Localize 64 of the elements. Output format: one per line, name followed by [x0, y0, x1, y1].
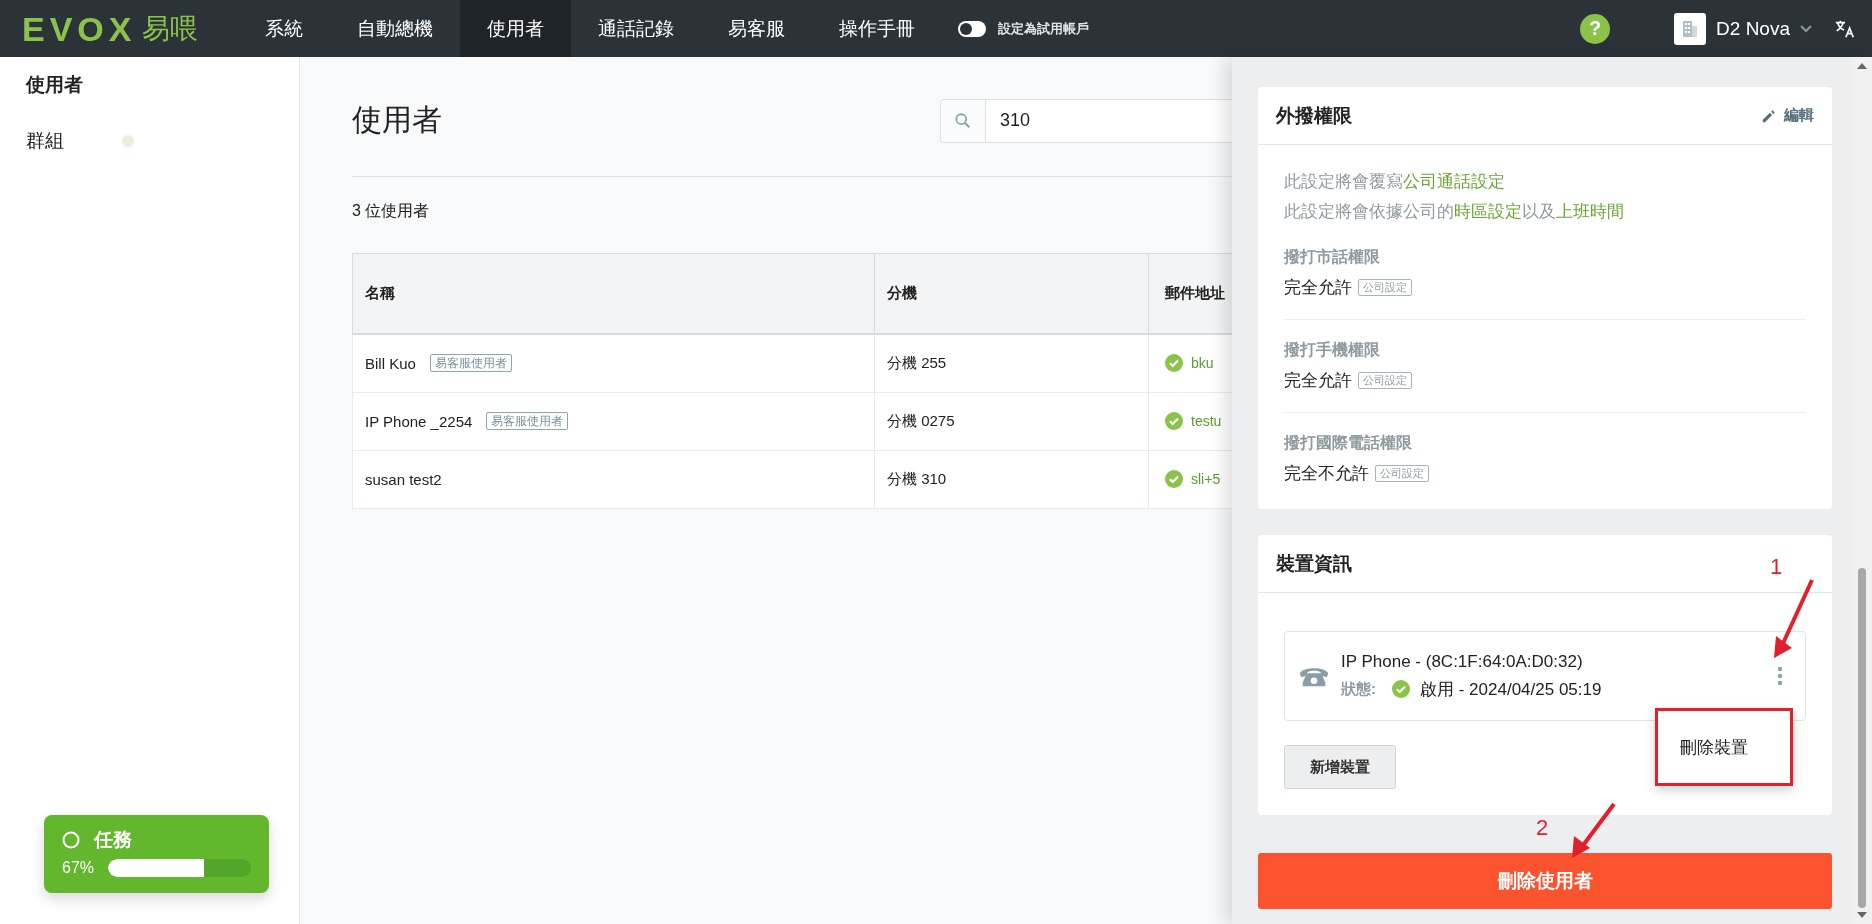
user-name: Bill Kuo: [365, 354, 416, 372]
nav-tab[interactable]: 自動總機: [330, 0, 461, 57]
permission-value: 完全不允許: [1284, 463, 1369, 485]
account-menu[interactable]: D2 Nova: [1674, 12, 1812, 45]
task-title: 任務: [94, 828, 132, 852]
building-icon: [1674, 12, 1707, 45]
sidebar-item[interactable]: 群組: [0, 113, 90, 169]
table-cell: 分機 255: [874, 334, 1149, 392]
logo-text: 易喂: [142, 11, 199, 46]
scroll-up-icon[interactable]: [1857, 63, 1867, 69]
kebab-icon: [1777, 666, 1783, 686]
scroll-down-icon[interactable]: [1857, 912, 1867, 918]
progress-percent: 67%: [62, 859, 95, 877]
source-tag: 公司設定: [1375, 465, 1429, 482]
nav-tab[interactable]: 易客服: [701, 0, 813, 57]
permission-value: 完全允許: [1284, 277, 1352, 299]
search-field[interactable]: 310: [940, 98, 1232, 143]
device-name: IP Phone - (8C:1F:64:0A:D0:32): [1341, 651, 1584, 672]
sidebar-item[interactable]: 使用者: [0, 57, 109, 113]
table-cell: 分機 310: [874, 450, 1149, 508]
menu-item[interactable]: 刪除裝置: [1680, 735, 1748, 759]
note-text: 此設定將會依據公司的時區設定以及上班時間: [1284, 201, 1625, 223]
circle-icon: [62, 831, 80, 849]
edit-button[interactable]: 編輯: [1760, 106, 1814, 125]
nav-tab[interactable]: 通話記錄: [571, 0, 702, 57]
search-input[interactable]: 310: [986, 99, 1214, 142]
permission-label: 撥打市話權限: [1284, 247, 1381, 267]
permission-label: 撥打手機權限: [1284, 340, 1381, 360]
nav-tab[interactable]: 操作手冊: [812, 0, 943, 57]
logo-wordmark: EVOX: [22, 11, 137, 46]
column-header: 名稱: [352, 253, 875, 334]
column-header: 分機: [874, 253, 1149, 334]
status-text: 啟用 - 2024/04/25 05:19: [1420, 678, 1602, 701]
step-number: 1: [1770, 554, 1783, 580]
user-name: IP Phone _2254: [365, 412, 473, 430]
step-number: 2: [1536, 815, 1549, 841]
chevron-down-icon: [1800, 24, 1812, 33]
nav-tab[interactable]: 系統: [238, 0, 331, 57]
email-link[interactable]: testu: [1191, 413, 1222, 429]
source-tag: 公司設定: [1358, 372, 1412, 389]
toggle-label: 設定為試用帳戶: [998, 19, 1090, 38]
page-title: 使用者: [352, 102, 443, 138]
search-icon: [954, 111, 972, 130]
source-tag: 公司設定: [1358, 279, 1412, 296]
user-name: susan test2: [365, 470, 442, 488]
toggle-switch[interactable]: [958, 20, 987, 37]
scroll-thumb[interactable]: [1858, 568, 1866, 908]
permission-value: 完全允許: [1284, 370, 1352, 392]
note-text: 此設定將會覆寫公司通話設定: [1284, 171, 1506, 193]
annotation-arrow: [1570, 800, 1618, 860]
card-title: 外撥權限: [1276, 103, 1352, 128]
nav-tab[interactable]: 使用者: [460, 0, 572, 57]
status-label: 狀態:: [1341, 679, 1376, 699]
table-cell: 分機 0275: [874, 392, 1149, 450]
loading-dot-icon: [122, 135, 134, 147]
user-count: 3 位使用者: [352, 201, 430, 221]
column-header: 郵件地址: [1148, 253, 1233, 334]
add-device-button[interactable]: 新增裝置: [1284, 745, 1396, 789]
role-tag: 易客服使用者: [486, 412, 569, 430]
permission-label: 撥打國際電話權限: [1284, 433, 1413, 453]
email-link[interactable]: sli+5: [1191, 471, 1221, 487]
card-title: 裝置資訊: [1276, 551, 1352, 576]
email-link[interactable]: bku: [1191, 355, 1214, 372]
role-tag: 易客服使用者: [429, 354, 512, 373]
